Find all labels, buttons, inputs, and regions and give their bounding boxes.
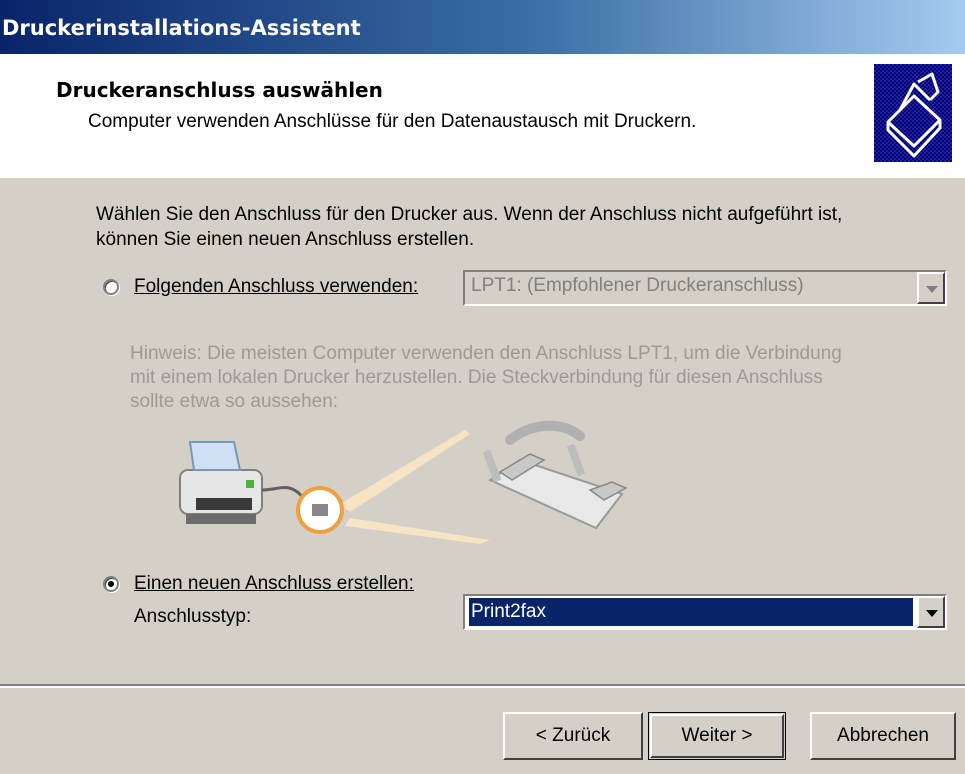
existing-port-radio[interactable] bbox=[103, 279, 119, 295]
next-button[interactable]: Weiter > bbox=[648, 712, 786, 760]
parallel-cable-icon bbox=[482, 420, 628, 530]
existing-port-label-text: Folgenden Anschluss verwenden: bbox=[134, 276, 419, 297]
radio-selected-dot bbox=[108, 581, 114, 587]
port-illustration bbox=[160, 410, 680, 560]
existing-port-label[interactable]: Folgenden Anschluss verwenden: bbox=[134, 276, 418, 298]
window-title: Druckerinstallations-Assistent bbox=[2, 16, 361, 40]
existing-port-dropdown-button[interactable] bbox=[917, 272, 945, 304]
next-button-label: Weiter > bbox=[650, 714, 784, 758]
port-hint: Hinweis: Die meisten Computer verwenden … bbox=[130, 343, 842, 412]
new-port-label[interactable]: Einen neuen Anschluss erstellen: bbox=[134, 573, 414, 595]
intro-text: Wählen Sie den Anschluss für den Drucker… bbox=[96, 204, 843, 250]
port-type-label: Anschlusstyp: bbox=[134, 606, 252, 627]
header-divider bbox=[0, 176, 965, 178]
existing-port-value: LPT1: (Empfohlener Druckeranschluss) bbox=[471, 275, 804, 296]
title-bar[interactable]: Druckerinstallations-Assistent bbox=[0, 0, 965, 54]
back-button[interactable]: < Zurück bbox=[503, 712, 643, 760]
wizard-header: Druckeranschluss auswählen Computer verw… bbox=[0, 54, 965, 178]
port-type-value: Print2fax bbox=[469, 598, 913, 626]
port-type-select[interactable]: Print2fax bbox=[463, 594, 947, 630]
new-port-label-text: Einen neuen Anschluss erstellen: bbox=[134, 573, 414, 594]
chevron-down-icon bbox=[926, 286, 938, 293]
printer-wizard-icon bbox=[874, 64, 952, 162]
port-type-dropdown-button[interactable] bbox=[917, 596, 945, 628]
new-port-radio[interactable] bbox=[103, 576, 119, 592]
page-subtitle: Computer verwenden Anschlüsse für den Da… bbox=[88, 111, 697, 132]
printer-icon bbox=[179, 441, 263, 524]
page-title: Druckeranschluss auswählen bbox=[56, 78, 383, 102]
footer-divider bbox=[0, 684, 965, 688]
existing-port-select[interactable]: LPT1: (Empfohlener Druckeranschluss) bbox=[463, 270, 947, 306]
chevron-down-icon bbox=[926, 610, 938, 617]
cancel-button[interactable]: Abbrechen bbox=[810, 712, 956, 760]
